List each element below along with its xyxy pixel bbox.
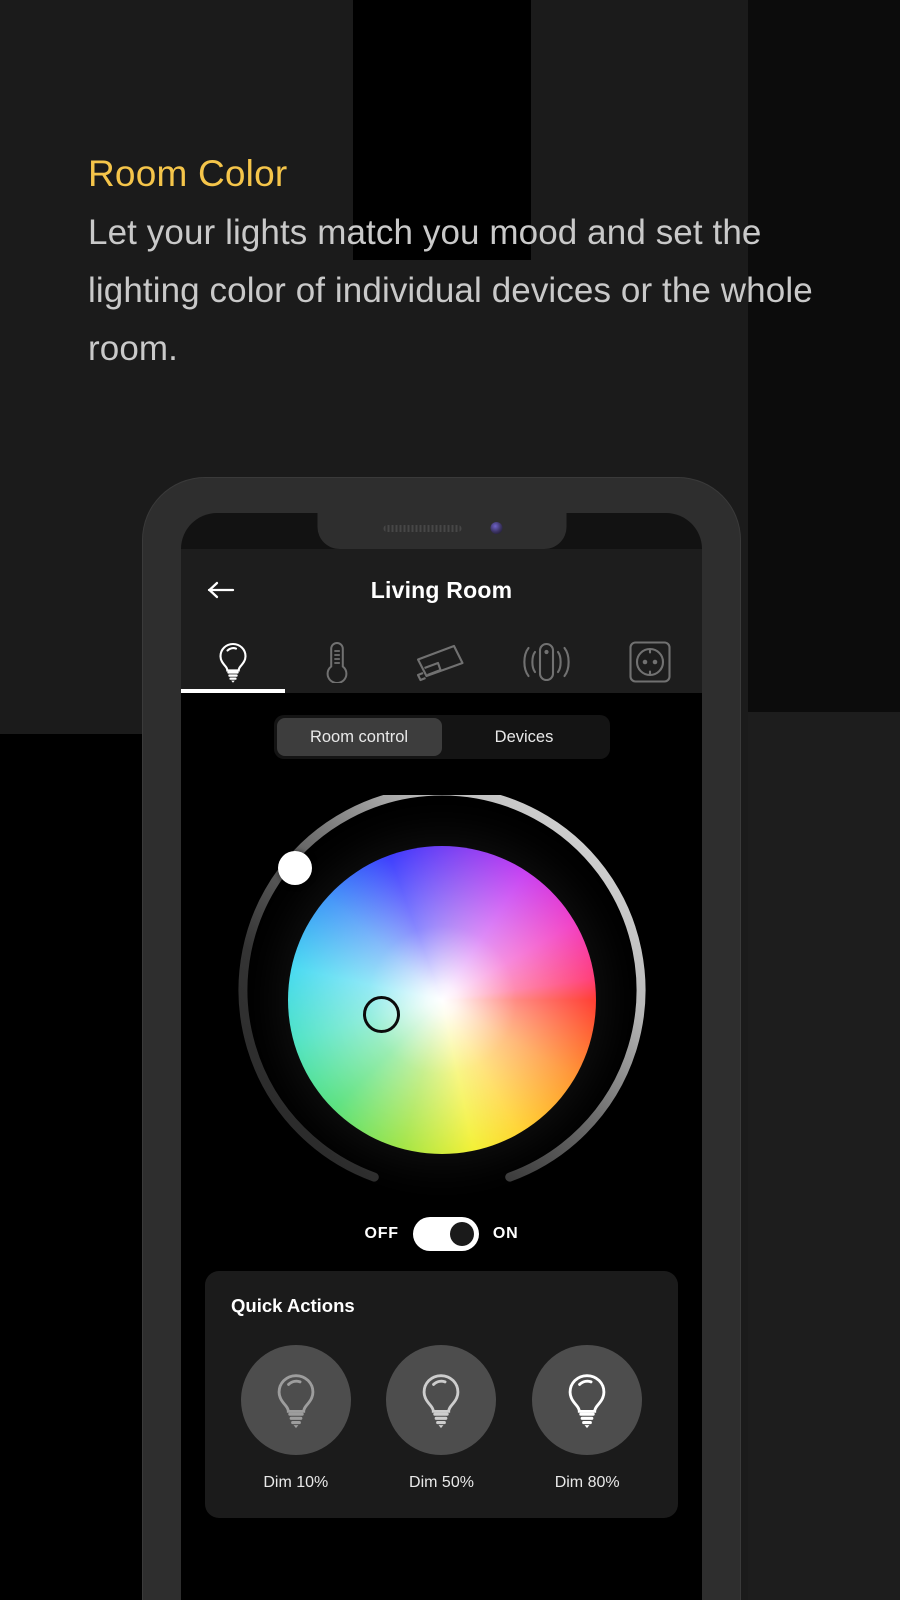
camera-icon	[416, 644, 464, 682]
toggle-knob	[449, 1222, 474, 1246]
background-block-left-bottom	[0, 734, 150, 1600]
quick-action-dim-10[interactable]: Dim 10%	[240, 1345, 351, 1492]
quick-actions-card: Quick Actions Dim 10% Dim 50% Dim 80%	[205, 1271, 678, 1518]
lightbulb-icon	[277, 1374, 315, 1429]
segment-room-control[interactable]: Room control	[276, 718, 442, 756]
brightness-slider-thumb[interactable]	[277, 851, 312, 885]
color-selector-handle[interactable]	[362, 996, 400, 1033]
app-header: Living Room	[181, 549, 702, 631]
device-tab-climate[interactable]	[285, 631, 389, 693]
lightbulb-icon	[568, 1374, 606, 1429]
quick-action-label: Dim 80%	[554, 1474, 620, 1491]
power-on-label: ON	[492, 1225, 519, 1242]
power-off-label: OFF	[364, 1225, 399, 1242]
quick-action-label: Dim 50%	[409, 1474, 474, 1491]
device-tab-cameras[interactable]	[389, 631, 493, 693]
speaker-grille-icon	[383, 525, 462, 532]
promo-headline: Room Color Let your lights match you moo…	[88, 150, 818, 378]
thermometer-icon	[326, 641, 348, 683]
arrow-left-icon	[207, 581, 235, 599]
color-picker[interactable]	[222, 795, 662, 1205]
quick-action-dim-80[interactable]: Dim 80%	[532, 1345, 643, 1492]
quick-action-icon-wrap	[240, 1345, 351, 1455]
quick-actions-row: Dim 10% Dim 50% Dim 80%	[205, 1345, 678, 1492]
promo-title: Room Color	[88, 153, 288, 194]
device-tab-lights[interactable]	[181, 631, 286, 693]
page-title: Living Room	[370, 576, 513, 603]
hsv-color-wheel[interactable]	[287, 846, 596, 1154]
promo-subtitle: Let your lights match you mood and set t…	[88, 213, 813, 368]
power-toggle-row: OFF ON	[364, 1217, 518, 1251]
lightbulb-icon	[423, 1374, 460, 1429]
quick-action-dim-50[interactable]: Dim 50%	[386, 1345, 497, 1492]
phone-mockup: Living Room Room control Devices OFF ON …	[143, 478, 740, 1600]
device-tab-sockets[interactable]	[598, 631, 702, 693]
phone-notch	[317, 513, 566, 549]
quick-actions-title: Quick Actions	[231, 1295, 355, 1316]
front-camera-icon	[490, 522, 503, 534]
quick-action-icon-wrap	[386, 1345, 497, 1455]
motion-sensor-icon	[523, 642, 570, 682]
phone-screen: Living Room Room control Devices OFF ON …	[181, 513, 702, 1600]
segment-devices[interactable]: Devices	[442, 718, 607, 756]
device-tab-bar	[181, 631, 702, 693]
power-socket-icon	[629, 641, 671, 683]
power-toggle-switch[interactable]	[412, 1217, 479, 1251]
lightbulb-icon	[219, 642, 247, 683]
quick-action-icon-wrap	[532, 1345, 643, 1455]
device-tab-sensors[interactable]	[494, 631, 598, 693]
room-mode-segmented-control[interactable]: Room control Devices	[273, 715, 610, 759]
back-button[interactable]	[201, 570, 241, 610]
background-panel-right	[748, 712, 900, 1600]
app-content: Room control Devices OFF ON Quick Action…	[181, 693, 702, 1600]
quick-action-label: Dim 10%	[263, 1474, 329, 1491]
